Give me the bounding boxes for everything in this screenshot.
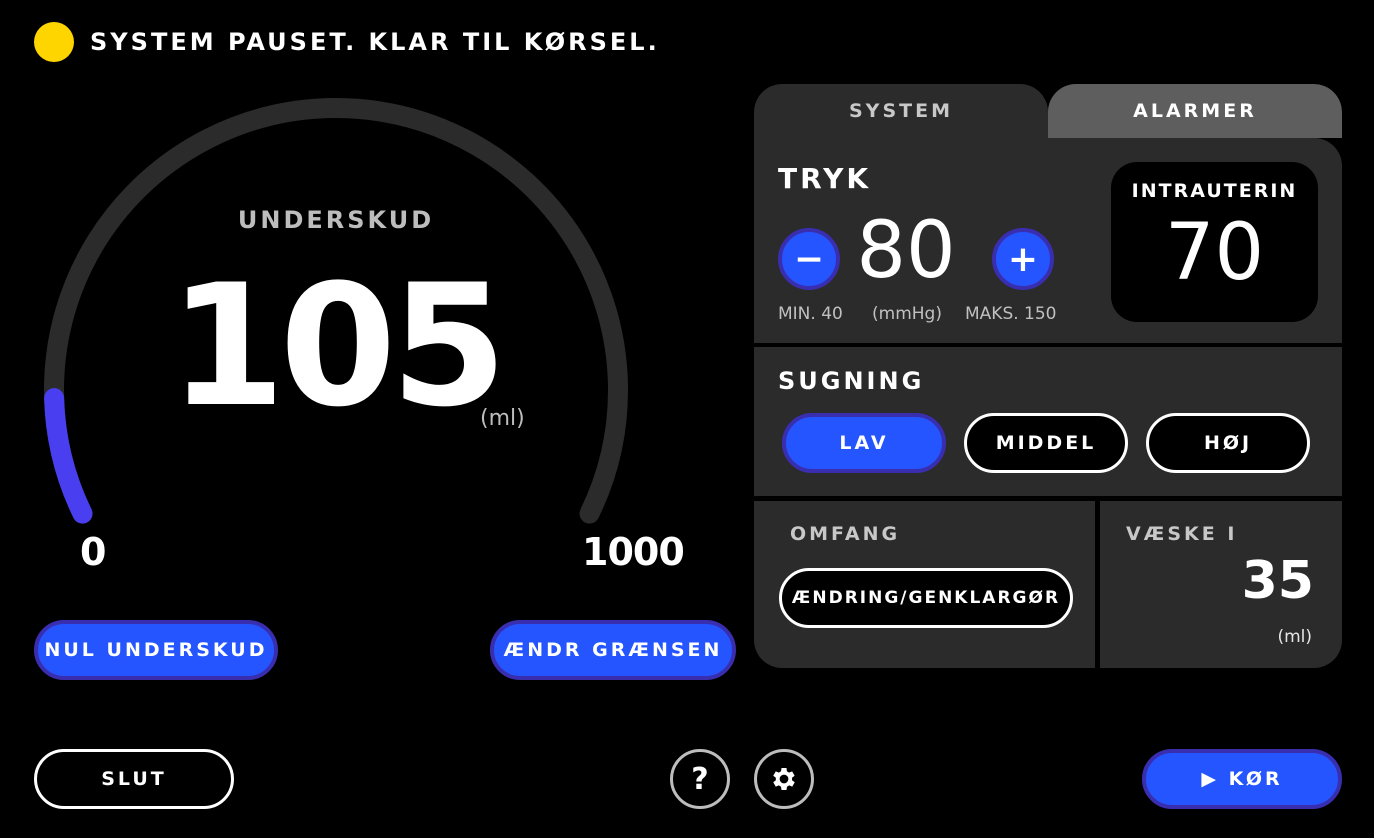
suction-title: SUGNING [778, 367, 925, 395]
fluid-unit: (ml) [1277, 627, 1312, 647]
tab-system[interactable]: SYSTEM [754, 84, 1048, 138]
deficit-unit: (ml) [480, 406, 525, 431]
end-button[interactable]: SLUT [34, 749, 234, 809]
run-button[interactable]: ▶ KØR [1142, 749, 1342, 809]
pressure-max-label: MAKS. 150 [965, 304, 1057, 324]
intrauterine-label: INTRAUTERIN [1131, 180, 1298, 202]
gauge-min-label: 0 [80, 530, 107, 574]
pressure-title: TRYK [778, 162, 872, 195]
gauge-fill [44, 388, 93, 524]
pressure-min-label: MIN. 40 [778, 304, 843, 324]
change-limit-button[interactable]: ÆNDR GRÆNSEN [490, 620, 736, 680]
pressure-value: 80 [856, 206, 956, 296]
fluid-value: 35 [1241, 551, 1314, 611]
suction-medium-button[interactable]: MIDDEL [964, 413, 1128, 473]
intrauterine-box: INTRAUTERIN 70 [1111, 162, 1318, 322]
gear-icon [773, 768, 795, 790]
pressure-section: TRYK − 80 + MIN. 40 (mmHg) MAKS. 150 INT… [754, 138, 1342, 343]
scope-title: OMFANG [790, 523, 901, 545]
suction-high-button[interactable]: HØJ [1146, 413, 1310, 473]
help-icon: ? [691, 761, 709, 797]
zero-deficit-button[interactable]: NUL UNDERSKUD [34, 620, 278, 680]
suction-low-button[interactable]: LAV [782, 413, 946, 473]
gauge-max-label: 1000 [582, 530, 685, 574]
fluid-title: VÆSKE I [1126, 523, 1238, 545]
intrauterine-value: 70 [1164, 208, 1265, 298]
pressure-decrease-button[interactable]: − [778, 228, 840, 290]
settings-button[interactable] [754, 749, 814, 809]
help-button[interactable]: ? [670, 749, 730, 809]
gauge-title: UNDERSKUD [237, 206, 435, 234]
scope-section: OMFANG ÆNDRING/GENKLARGØR [754, 501, 1095, 668]
deficit-value: 105 [168, 248, 508, 444]
pressure-unit: (mmHg) [872, 304, 942, 324]
tab-alarms[interactable]: ALARMER [1048, 84, 1342, 138]
scope-change-reprime-button[interactable]: ÆNDRING/GENKLARGØR [779, 568, 1073, 628]
fluid-section: VÆSKE I 35 (ml) [1100, 501, 1342, 668]
pressure-increase-button[interactable]: + [992, 228, 1054, 290]
control-panel: ALARMER SYSTEM TRYK − 80 + MIN. 40 (mmHg… [754, 84, 1342, 668]
suction-section: SUGNING LAV MIDDEL HØJ [754, 347, 1342, 496]
